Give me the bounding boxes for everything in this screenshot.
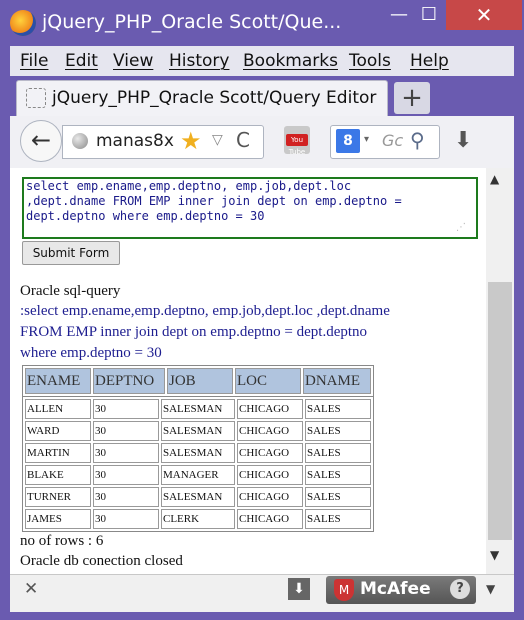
table-cell: CHICAGO [237,399,303,419]
table-cell: SALES [305,421,371,441]
connection-closed-text: Oracle db conection closed [20,553,183,569]
minimize-button[interactable]: — [382,0,416,30]
table-cell: 30 [93,509,159,529]
query-echo-line: :select emp.ename,emp.deptno, emp.job,de… [20,303,390,319]
menu-history[interactable]: History [169,51,229,71]
menu-file[interactable]: File [20,51,48,71]
scroll-down-arrow-icon[interactable]: ▼ [490,548,499,562]
window-border [0,612,524,620]
downloads-icon[interactable]: ⬇ [454,128,472,153]
bookmark-star-icon[interactable]: ★ [180,127,202,155]
firefox-logo-icon [10,10,36,36]
menu-help[interactable]: Help [410,51,449,71]
table-cell: CHICAGO [237,465,303,485]
query-textarea[interactable]: select emp.ename,emp.deptno, emp.job,dep… [22,177,478,239]
submit-form-button[interactable]: Submit Form [22,241,120,265]
table-row: ALLEN 30 SALESMAN CHICAGO SALES [25,399,371,419]
table-cell: 30 [93,421,159,441]
search-icon[interactable]: ⚲ [410,128,425,152]
youtube-icon[interactable]: You Tube [284,126,310,156]
back-button[interactable]: ← [20,120,62,162]
addon-menu-icon[interactable]: ▼ [486,582,495,596]
table-row: BLAKE 30 MANAGER CHICAGO SALES [25,465,371,485]
search-engine-dropdown-icon[interactable]: ▾ [364,134,369,145]
table-cell: BLAKE [25,465,91,485]
table-cell: WARD [25,421,91,441]
table-row: WARD 30 SALESMAN CHICAGO SALES [25,421,371,441]
url-text[interactable]: manas8x [96,131,174,151]
tab-title: jQuery_PHP_Qracle Scott/Query Editor [52,88,377,108]
table-cell: SALESMAN [161,443,235,463]
search-placeholder: Gc [382,131,404,150]
table-cell: CHICAGO [237,443,303,463]
menu-view[interactable]: View [113,51,153,71]
scrollbar-thumb[interactable] [488,282,512,540]
table-row: JAMES 30 CLERK CHICAGO SALES [25,509,371,529]
table-row: MARTIN 30 SALESMAN CHICAGO SALES [25,443,371,463]
table-row: TURNER 30 SALESMAN CHICAGO SALES [25,487,371,507]
table-cell: TURNER [25,487,91,507]
header-row: ENAME DEPTNO JOB LOC DNAME [25,368,371,394]
youtube-label: You Tube [286,134,308,156]
output-heading: Oracle sql-query [20,283,121,299]
download-icon[interactable]: ⬇ [288,578,310,600]
table-cell: SALES [305,509,371,529]
search-engine-icon[interactable]: 8 [336,129,360,153]
table-cell: JAMES [25,509,91,529]
table-cell: 30 [93,487,159,507]
site-identity-icon[interactable] [72,133,88,149]
maximize-button[interactable]: ☐ [412,0,446,30]
table-cell: SALES [305,399,371,419]
table-cell: ALLEN [25,399,91,419]
scroll-up-arrow-icon[interactable]: ▲ [490,172,499,186]
close-addon-bar-icon[interactable]: ✕ [24,579,38,599]
mcafee-label: McAfee [360,579,431,599]
table-cell: SALESMAN [161,399,235,419]
column-header: DNAME [303,368,371,394]
resize-grip-icon[interactable]: ⋰ [456,222,466,233]
menu-edit[interactable]: Edit [65,51,98,71]
menu-tools[interactable]: Tools [349,51,391,71]
new-tab-button[interactable]: + [394,82,430,114]
query-echo-line: where emp.deptno = 30 [20,345,162,361]
column-header: LOC [235,368,301,394]
url-dropdown-icon[interactable]: ▽ [212,132,223,148]
menu-bookmarks[interactable]: Bookmarks [243,51,338,71]
result-data-table: ALLEN 30 SALESMAN CHICAGO SALES WARD 30 … [22,396,374,532]
table-cell: CHICAGO [237,421,303,441]
table-cell: SALESMAN [161,487,235,507]
column-header: JOB [167,368,233,394]
table-cell: 30 [93,465,159,485]
page-icon [26,88,46,108]
table-cell: SALES [305,465,371,485]
table-cell: 30 [93,399,159,419]
row-count-text: no of rows : 6 [20,533,104,549]
query-echo-line: FROM EMP inner join dept on emp.deptno =… [20,324,368,340]
table-cell: CHICAGO [237,487,303,507]
result-header-table: ENAME DEPTNO JOB LOC DNAME [22,365,374,397]
reload-icon[interactable]: C [236,128,250,152]
table-cell: SALES [305,443,371,463]
help-icon[interactable]: ? [450,579,470,599]
table-cell: MANAGER [161,465,235,485]
table-cell: 30 [93,443,159,463]
table-cell: CHICAGO [237,509,303,529]
table-cell: SALESMAN [161,421,235,441]
column-header: DEPTNO [93,368,165,394]
window-title: jQuery_PHP_Oracle Scott/Que... [42,11,342,33]
column-header: ENAME [25,368,91,394]
table-cell: MARTIN [25,443,91,463]
mcafee-shield-icon: M [334,579,354,601]
table-cell: CLERK [161,509,235,529]
close-window-button[interactable]: ✕ [446,0,522,30]
table-cell: SALES [305,487,371,507]
